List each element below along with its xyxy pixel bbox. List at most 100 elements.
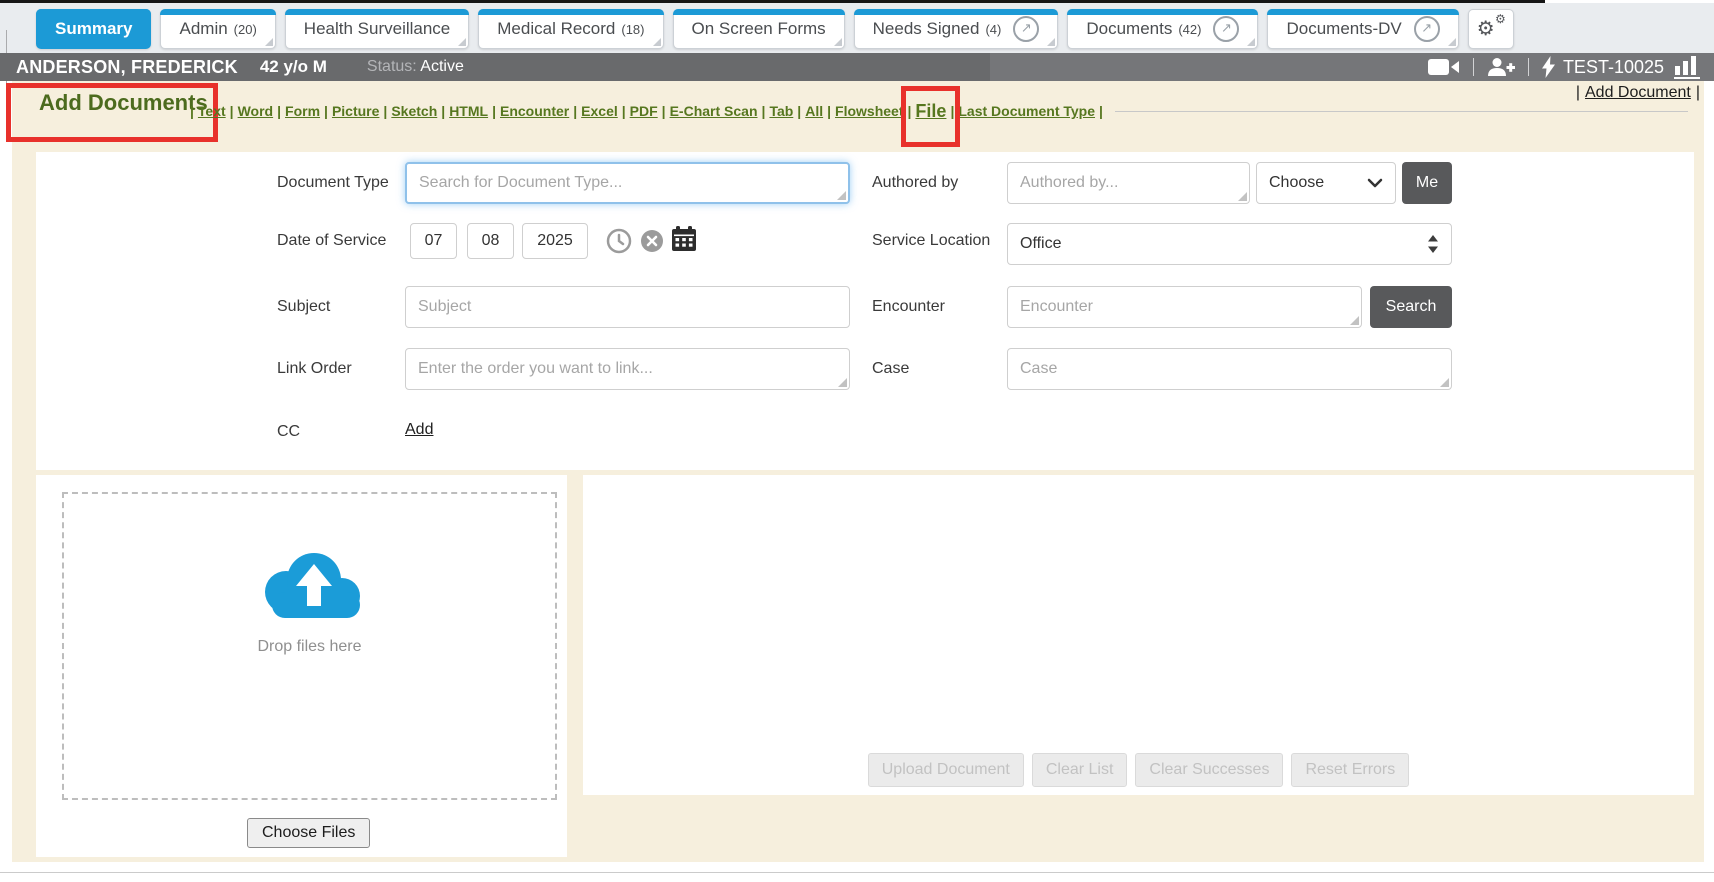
subject-label: Subject bbox=[277, 298, 330, 316]
tab-label: Health Surveillance bbox=[304, 19, 450, 39]
settings-gear-button[interactable]: ⚙ ⚙ bbox=[1468, 9, 1514, 49]
document-type-label: Document Type bbox=[277, 174, 389, 192]
patient-info: ANDERSON, FREDERICK 42 y/o M Status: Act… bbox=[16, 57, 464, 78]
cc-add-link[interactable]: Add bbox=[405, 421, 433, 439]
case-input[interactable] bbox=[1008, 349, 1451, 389]
resize-grip bbox=[1440, 378, 1449, 387]
window-left-border bbox=[6, 30, 7, 133]
date-day-input[interactable] bbox=[468, 224, 513, 258]
screen: SummaryAdmin(20) Health Surveillance Medic… bbox=[0, 0, 1714, 882]
clock-icon[interactable] bbox=[606, 228, 632, 254]
tab-label: Needs Signed bbox=[873, 19, 980, 39]
tab-count: (18) bbox=[621, 22, 644, 37]
dropzone-text: Drop files here bbox=[257, 638, 361, 656]
link-separator: | bbox=[797, 103, 801, 119]
encounter-field bbox=[1007, 286, 1362, 328]
popout-icon[interactable]: ↗ bbox=[1213, 16, 1239, 42]
resize-grip bbox=[1350, 316, 1359, 325]
bar-chart-icon[interactable] bbox=[1674, 56, 1700, 79]
encounter-search-button[interactable]: Search bbox=[1370, 286, 1452, 328]
tab-admin[interactable]: Admin(20) bbox=[160, 9, 275, 49]
resize-grip bbox=[838, 378, 847, 387]
doc-link-form[interactable]: Form bbox=[285, 103, 320, 119]
add-document-link[interactable]: Add Document bbox=[1585, 84, 1691, 101]
service-location-select[interactable]: Office bbox=[1007, 223, 1452, 265]
tab-bar: SummaryAdmin(20) Health Surveillance Medic… bbox=[0, 3, 1714, 53]
status-value: Active bbox=[420, 58, 464, 75]
choose-files-button[interactable]: Choose Files bbox=[247, 818, 370, 848]
clear-successes-button[interactable]: Clear Successes bbox=[1135, 753, 1283, 787]
tab-count: (4) bbox=[985, 22, 1001, 37]
authored-by-choose-select[interactable]: Choose bbox=[1256, 162, 1396, 204]
video-camera-icon[interactable] bbox=[1428, 57, 1460, 77]
tab-summary[interactable]: Summary bbox=[36, 9, 151, 49]
doc-link-all[interactable]: All bbox=[805, 103, 823, 119]
clear-circle-icon[interactable] bbox=[639, 228, 665, 254]
doc-link-html[interactable]: HTML bbox=[449, 103, 488, 119]
service-location-label: Service Location bbox=[872, 232, 990, 250]
tab-count: (20) bbox=[234, 22, 257, 37]
doc-link-picture[interactable]: Picture bbox=[332, 103, 379, 119]
doc-link-file[interactable]: File bbox=[915, 101, 946, 122]
doc-link-encounter[interactable]: Encounter bbox=[500, 103, 569, 119]
page-bottom-border bbox=[0, 872, 1714, 873]
patient-bar-tools: TEST-10025 bbox=[1428, 56, 1700, 79]
popout-icon[interactable]: ↗ bbox=[1414, 16, 1440, 42]
me-button[interactable]: Me bbox=[1402, 162, 1452, 204]
patient-account-id: TEST-10025 bbox=[1563, 57, 1664, 78]
encounter-input[interactable] bbox=[1008, 287, 1361, 327]
link-order-input[interactable] bbox=[406, 349, 849, 389]
lightning-bolt-icon[interactable] bbox=[1542, 56, 1555, 78]
authored-by-field bbox=[1007, 162, 1250, 204]
chevron-down-icon bbox=[1367, 178, 1383, 188]
add-user-icon[interactable] bbox=[1487, 57, 1515, 77]
date-month-field bbox=[410, 223, 457, 259]
tab-needs-signed[interactable]: Needs Signed (4) ↗ bbox=[854, 9, 1059, 49]
subject-input[interactable] bbox=[406, 287, 849, 327]
doc-link-flowsheet[interactable]: Flowsheet bbox=[835, 103, 903, 119]
document-type-input[interactable] bbox=[407, 164, 848, 202]
doc-link-last-document-type[interactable]: Last Document Type bbox=[958, 103, 1095, 119]
link-order-label: Link Order bbox=[277, 360, 352, 378]
link-separator: | bbox=[230, 103, 234, 119]
link-separator: | bbox=[573, 103, 577, 119]
doc-link-sketch[interactable]: Sketch bbox=[391, 103, 437, 119]
doc-link-pdf[interactable]: PDF bbox=[630, 103, 658, 119]
tab-on-screen-forms[interactable]: On Screen Forms bbox=[673, 9, 845, 49]
toolbar-separator bbox=[1473, 58, 1474, 76]
link-separator: | bbox=[324, 103, 328, 119]
doc-link-text[interactable]: Text bbox=[198, 103, 226, 119]
doc-link-e-chart-scan[interactable]: E-Chart Scan bbox=[670, 103, 758, 119]
link-separator: | bbox=[762, 103, 766, 119]
clear-list-button[interactable]: Clear List bbox=[1032, 753, 1128, 787]
tab-medical-record[interactable]: Medical Record(18) bbox=[478, 9, 663, 49]
link-separator: | bbox=[190, 103, 194, 119]
doc-type-links: |Text|Word|Form|Picture|Sketch|HTML|Enco… bbox=[190, 97, 1688, 125]
up-down-arrows-icon bbox=[1427, 235, 1439, 253]
link-separator: | bbox=[622, 103, 626, 119]
tab-documents[interactable]: Documents(42)↗ bbox=[1067, 9, 1258, 49]
doc-link-word[interactable]: Word bbox=[238, 103, 274, 119]
toolbar-separator bbox=[1528, 58, 1529, 76]
tab-strip: SummaryAdmin(20) Health Surveillance Medic… bbox=[36, 9, 1459, 49]
upload-document-button[interactable]: Upload Document bbox=[868, 753, 1024, 787]
tab-health-surveillance[interactable]: Health Surveillance bbox=[285, 9, 469, 49]
add-document-link-row: |Add Document| bbox=[1576, 84, 1700, 102]
file-dropzone[interactable]: Drop files here bbox=[62, 492, 557, 800]
date-year-input[interactable] bbox=[523, 224, 587, 258]
reset-errors-button[interactable]: Reset Errors bbox=[1291, 753, 1409, 787]
divider-line bbox=[1115, 111, 1688, 112]
resize-grip bbox=[1238, 192, 1247, 201]
upload-queue-panel: Upload DocumentClear ListClear Successes… bbox=[583, 475, 1694, 795]
link-order-field bbox=[405, 348, 850, 390]
case-label: Case bbox=[872, 360, 909, 378]
tab-documents-dv[interactable]: Documents-DV↗ bbox=[1267, 9, 1458, 49]
authored-by-input[interactable] bbox=[1008, 163, 1249, 203]
doc-link-excel[interactable]: Excel bbox=[581, 103, 618, 119]
calendar-icon[interactable] bbox=[670, 225, 698, 253]
date-month-input[interactable] bbox=[411, 224, 456, 258]
popout-icon[interactable]: ↗ bbox=[1013, 16, 1039, 42]
date-of-service-label: Date of Service bbox=[277, 232, 386, 250]
link-separator: | bbox=[662, 103, 666, 119]
doc-link-tab[interactable]: Tab bbox=[769, 103, 793, 119]
